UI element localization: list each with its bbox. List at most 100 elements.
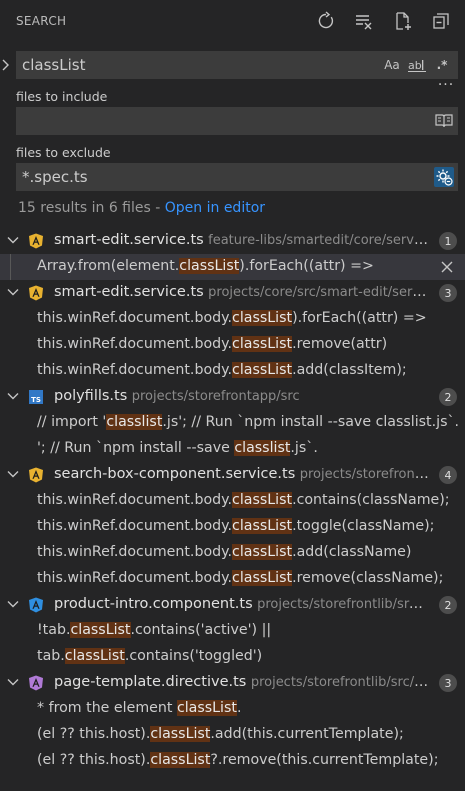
match-highlight: classList (232, 544, 293, 560)
match-line[interactable]: Array.from(element.classList).forEach((a… (0, 254, 465, 280)
use-exclude-settings-icon[interactable] (434, 167, 454, 187)
match-text: (el ?? this.host).classList.add(this.cur… (37, 726, 404, 742)
match-suffix: .remove(attr) (292, 336, 388, 352)
match-text: this.winRef.document.body.classList.add(… (37, 544, 411, 560)
open-in-editor-link[interactable]: Open in editor (165, 200, 265, 216)
match-suffix: . (236, 700, 242, 716)
clear-results-icon[interactable] (353, 10, 375, 32)
result-file-row[interactable]: product-intro.component.ts projects/stor… (0, 592, 465, 618)
result-file-label: product-intro.component.ts projects/stor… (54, 596, 429, 612)
chevron-down-icon[interactable] (6, 285, 20, 299)
match-text: this.winRef.document.body.classList.togg… (37, 518, 434, 534)
match-text: this.winRef.document.body.classList.remo… (37, 336, 387, 352)
search-panel: SEARCH classList Aa ab .* files to inclu… (0, 0, 465, 791)
match-prefix: this.winRef.document.body. (37, 310, 233, 326)
result-file-label: smart-edit.service.ts projects/core/src/… (54, 284, 429, 300)
result-file-row[interactable]: page-template.directive.ts projects/stor… (0, 670, 465, 696)
match-line[interactable]: * from the element classList. (0, 696, 465, 722)
match-prefix: tab. (37, 648, 65, 664)
result-file-label: search-box-component.service.ts projects… (54, 466, 429, 482)
match-text: this.winRef.document.body.classList.add(… (37, 362, 407, 378)
result-file-name: search-box-component.service.ts (54, 466, 296, 482)
exclude-input[interactable]: *.spec.ts (16, 163, 458, 191)
match-prefix: this.winRef.document.body. (37, 518, 233, 534)
match-line[interactable]: this.winRef.document.body.classList.remo… (0, 566, 465, 592)
result-file-path: projects/storefrontlib/src/c... (250, 675, 429, 690)
match-text: '; // Run `npm install --save classlist.… (37, 440, 318, 456)
match-highlight: classList (232, 362, 293, 378)
angular-service-icon (28, 467, 44, 483)
match-highlight: classList (150, 726, 211, 742)
more-options-icon[interactable]: ··· (436, 78, 456, 96)
chevron-down-icon[interactable] (6, 233, 20, 247)
match-prefix: this.winRef.document.body. (37, 544, 233, 560)
match-whole-word-icon[interactable]: ab (406, 55, 428, 75)
chevron-down-icon[interactable] (6, 389, 20, 403)
open-editors-only-icon[interactable] (434, 111, 454, 131)
tree-indent-guide (10, 254, 11, 280)
match-suffix: .toggle(className); (292, 518, 435, 534)
angular-component-icon (28, 597, 44, 613)
result-file-path: projects/storefront... (299, 467, 429, 482)
match-suffix: .js`. (290, 440, 318, 456)
match-count-badge: 2 (439, 596, 457, 614)
results-summary: 15 results in 6 files - Open in editor (18, 200, 265, 216)
result-file-name: polyfills.ts (54, 388, 128, 404)
match-line[interactable]: (el ?? this.host).classList.add(this.cur… (0, 722, 465, 748)
result-file-path: feature-libs/smartedit/core/servi... (208, 233, 429, 248)
match-case-icon[interactable]: Aa (382, 55, 402, 75)
angular-service-icon (28, 233, 44, 249)
match-line[interactable]: this.winRef.document.body.classList.add(… (0, 358, 465, 384)
dismiss-match-icon[interactable] (439, 259, 455, 275)
result-file-name: page-template.directive.ts (54, 674, 247, 690)
match-suffix: .contains(className); (292, 492, 450, 508)
include-label: files to include (16, 89, 108, 104)
exclude-input-value: *.spec.ts (22, 168, 88, 186)
search-input-value: classList (22, 56, 86, 74)
result-file-row[interactable]: search-box-component.service.ts projects… (0, 462, 465, 488)
search-input[interactable]: classList Aa ab .* (16, 51, 458, 79)
match-highlight: classList (64, 648, 125, 664)
match-line[interactable]: this.winRef.document.body.classList).for… (0, 306, 465, 332)
toggle-replace-chevron-icon[interactable] (0, 54, 12, 76)
match-prefix: // import ' (37, 414, 107, 430)
match-line[interactable]: this.winRef.document.body.classList.cont… (0, 488, 465, 514)
match-line[interactable]: (el ?? this.host).classList?.remove(this… (0, 748, 465, 774)
chevron-down-icon[interactable] (6, 467, 20, 481)
include-input[interactable] (16, 107, 458, 135)
match-line[interactable]: '; // Run `npm install --save classlist.… (0, 436, 465, 462)
match-highlight: classList (232, 570, 293, 586)
match-prefix: (el ?? this.host). (37, 726, 151, 742)
result-file-row[interactable]: smart-edit.service.ts projects/core/src/… (0, 280, 465, 306)
search-header: SEARCH (0, 0, 465, 44)
match-prefix: this.winRef.document.body. (37, 570, 233, 586)
match-line[interactable]: this.winRef.document.body.classList.add(… (0, 540, 465, 566)
match-line[interactable]: // import 'classlist.js'; // Run `npm in… (0, 410, 465, 436)
match-text: tab.classList.contains('toggled') (37, 648, 262, 664)
match-highlight: classlist (234, 440, 291, 456)
match-suffix: .add(className) (292, 544, 412, 560)
chevron-down-icon[interactable] (6, 597, 20, 611)
collapse-all-icon[interactable] (430, 10, 452, 32)
match-text: * from the element classList. (37, 700, 241, 716)
results-tree: smart-edit.service.ts feature-libs/smart… (0, 228, 465, 774)
match-count-badge: 3 (439, 674, 457, 692)
result-file-path: projects/storefrontlib/src/... (257, 597, 429, 612)
match-line[interactable]: this.winRef.document.body.classList.remo… (0, 332, 465, 358)
match-line[interactable]: !tab.classList.contains('active') || (0, 618, 465, 644)
match-highlight: classList (70, 622, 131, 638)
match-line[interactable]: tab.classList.contains('toggled') (0, 644, 465, 670)
result-file-name: product-intro.component.ts (54, 596, 253, 612)
match-highlight: classList (176, 700, 237, 716)
new-search-editor-icon[interactable] (392, 10, 414, 32)
result-file-row[interactable]: smart-edit.service.ts feature-libs/smart… (0, 228, 465, 254)
match-suffix: ?.remove(this.currentTemplate); (210, 752, 439, 768)
result-file-row[interactable]: TS polyfills.ts projects/storefrontapp/sr… (0, 384, 465, 410)
chevron-down-icon[interactable] (6, 675, 20, 689)
match-count-badge: 3 (439, 284, 457, 302)
match-line[interactable]: this.winRef.document.body.classList.togg… (0, 514, 465, 540)
match-highlight: classList (232, 310, 293, 326)
use-regex-icon[interactable]: .* (432, 55, 452, 75)
refresh-icon[interactable] (315, 10, 337, 32)
match-highlight: classList (179, 258, 240, 274)
